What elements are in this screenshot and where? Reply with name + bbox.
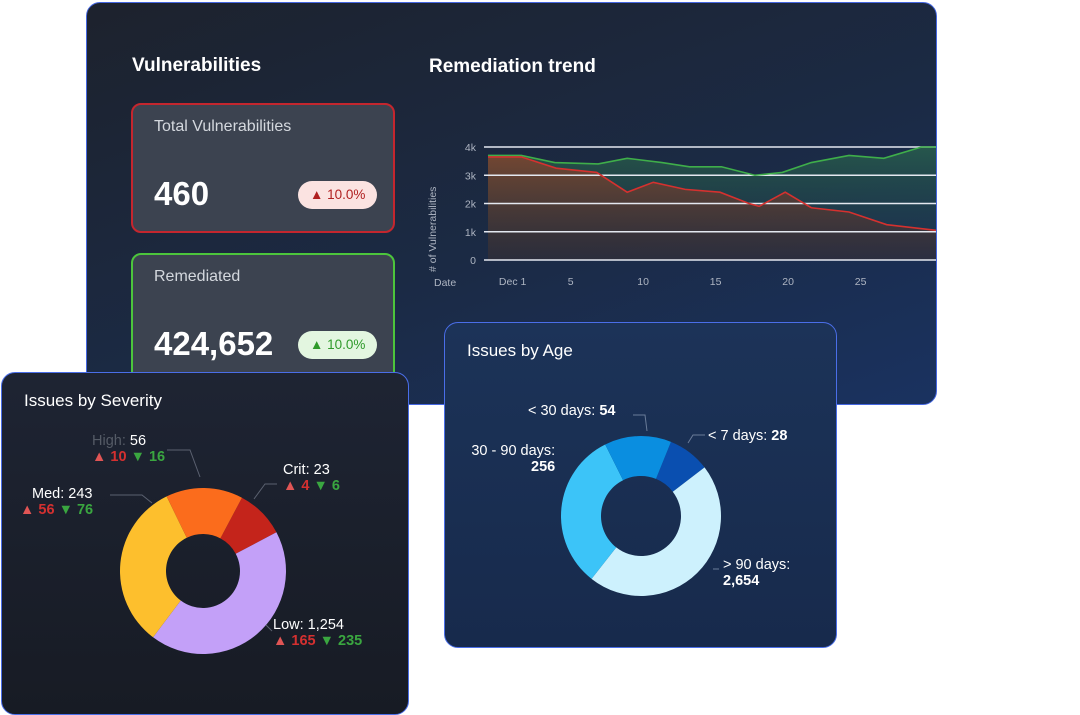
leader-line bbox=[265, 624, 273, 632]
x-tick-label: 10 bbox=[637, 276, 649, 288]
label-crit: Crit: 23 ▲ 4 ▼ 6 bbox=[283, 462, 340, 494]
age-donut bbox=[561, 414, 721, 596]
y-tick-label: 1k bbox=[465, 227, 477, 239]
severity-donut bbox=[110, 449, 287, 654]
x-tick-label: 20 bbox=[782, 276, 794, 288]
y-tick-label: 3k bbox=[465, 170, 477, 182]
x-axis-label: Date bbox=[434, 277, 457, 289]
leader-line bbox=[110, 494, 153, 504]
label-med: Med: 243 ▲ 56 ▼ 76 bbox=[20, 486, 94, 518]
x-tick-label: 5 bbox=[568, 276, 574, 288]
label-low: Low: 1,254 ▲ 165 ▼ 235 bbox=[273, 617, 363, 649]
leader-line bbox=[633, 414, 648, 432]
y-tick-label: 0 bbox=[470, 255, 476, 267]
issues-by-age-panel: Issues by Age < 30 days: 54 < 7 days: 28… bbox=[444, 322, 837, 648]
label-lt7: < 7 days: 28 bbox=[708, 428, 788, 444]
label-high: High: 56 ▲ 10 ▼ 16 bbox=[92, 433, 166, 465]
label-lt30: < 30 days: 54 bbox=[528, 403, 616, 419]
leader-line bbox=[253, 483, 277, 500]
y-tick-label: 4k bbox=[465, 142, 477, 154]
label-30-90: 30 - 90 days: 256 bbox=[471, 443, 556, 475]
issues-by-severity-panel: Issues by Severity High: 56 ▲ 10 ▼ 16 Cri… bbox=[1, 372, 409, 715]
x-tick-label: 15 bbox=[710, 276, 722, 288]
y-tick-label: 2k bbox=[465, 199, 477, 211]
leader-line bbox=[687, 434, 705, 444]
leader-line bbox=[167, 449, 201, 478]
x-tick-label: 25 bbox=[855, 276, 867, 288]
x-tick-label: Dec 1 bbox=[499, 276, 527, 288]
y-axis-label: # of Vulnerabilities bbox=[427, 186, 439, 272]
label-gt90: > 90 days: 2,654 bbox=[723, 557, 791, 589]
